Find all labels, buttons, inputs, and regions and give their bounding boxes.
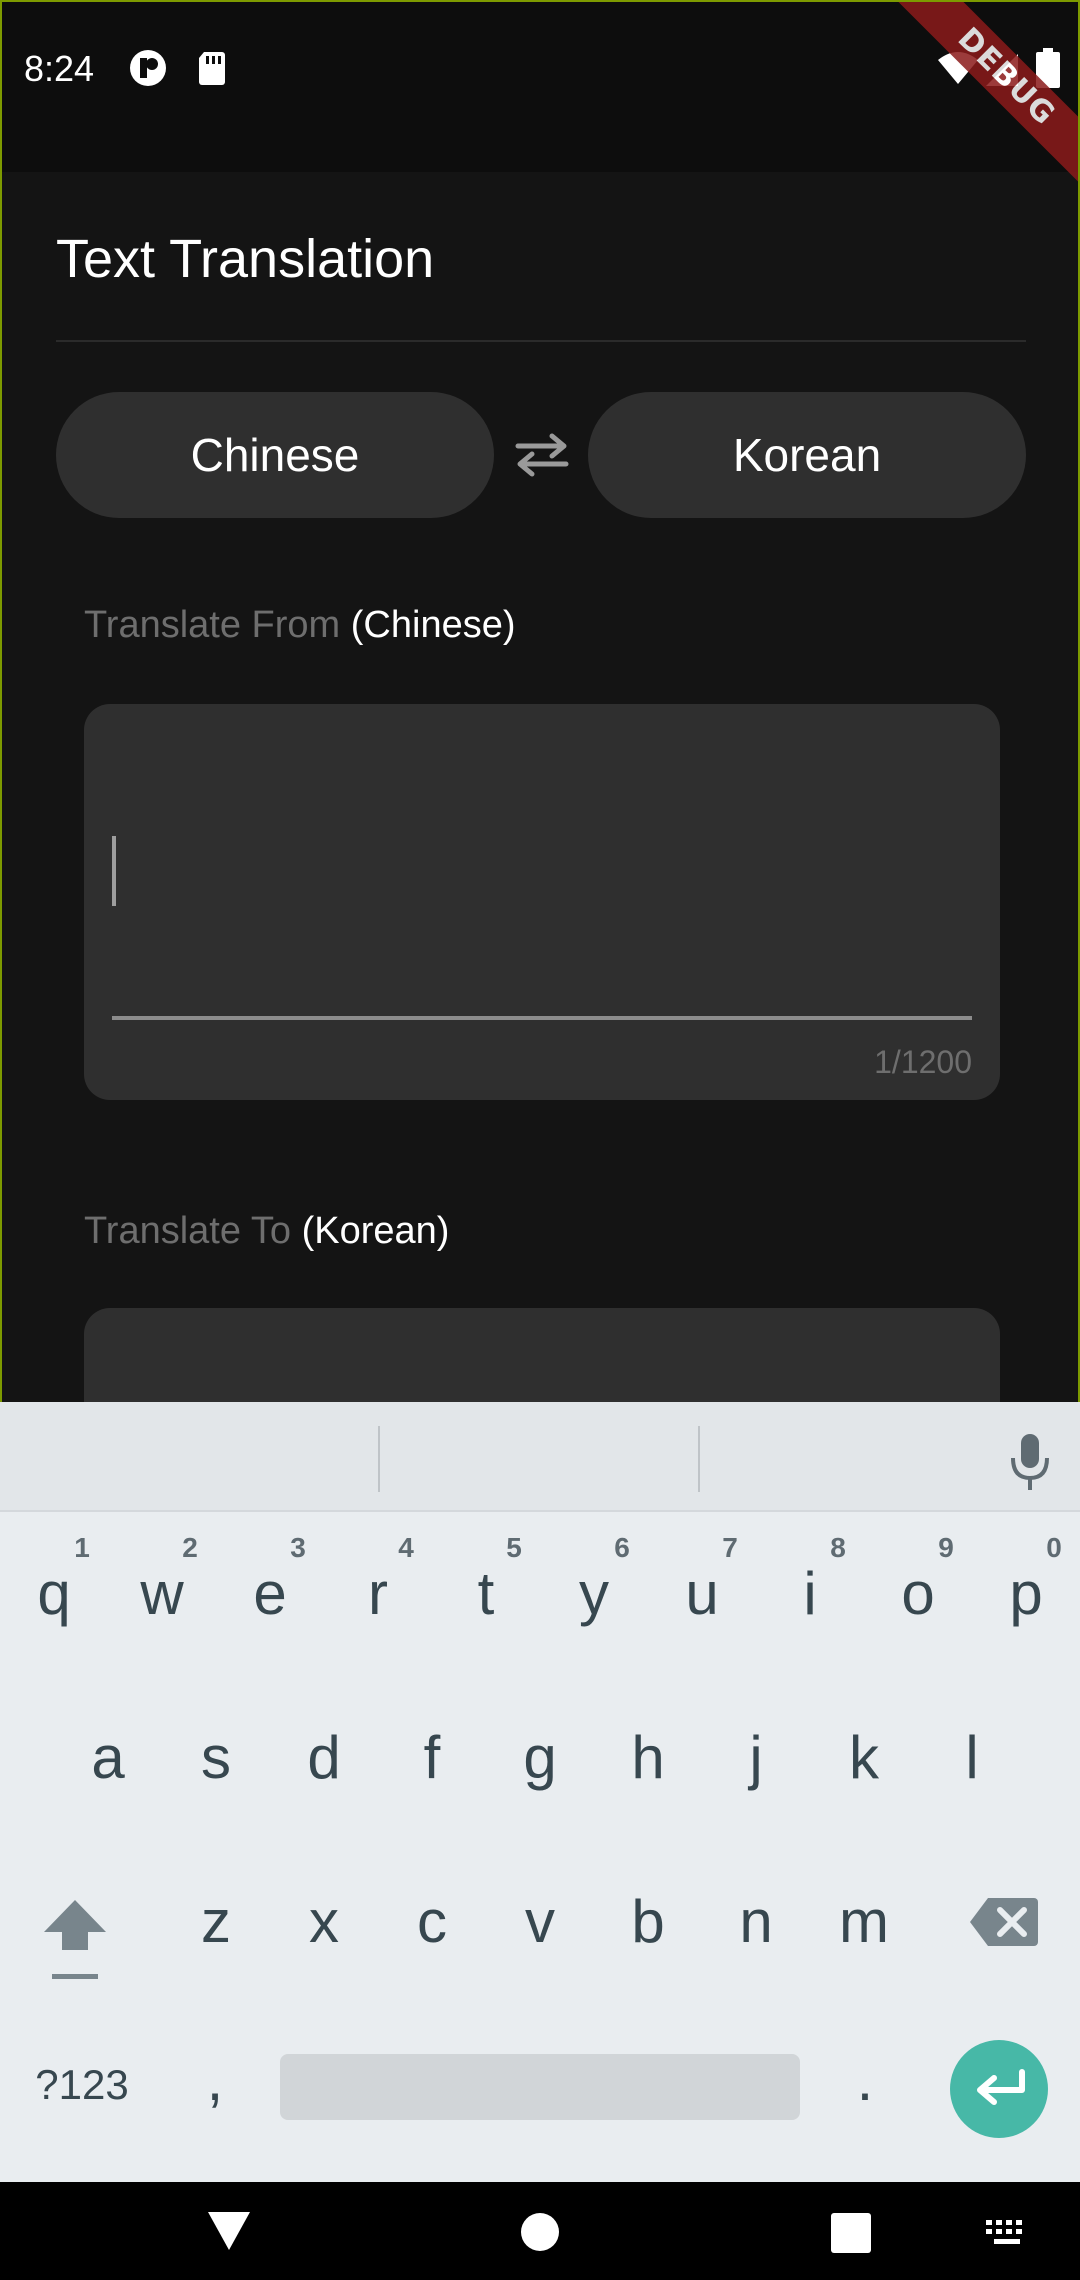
- key-l[interactable]: l: [932, 1728, 1012, 1788]
- target-language-button[interactable]: Korean: [588, 392, 1026, 518]
- key-k[interactable]: k: [824, 1728, 904, 1788]
- key-a[interactable]: a: [68, 1728, 148, 1788]
- key-i[interactable]: i: [770, 1564, 850, 1624]
- key-y[interactable]: y: [554, 1564, 634, 1624]
- key-n[interactable]: n: [716, 1892, 796, 1952]
- swap-arrows-icon[interactable]: [512, 430, 572, 480]
- suggestion-strip: [0, 1402, 1080, 1512]
- key-j[interactable]: j: [716, 1728, 796, 1788]
- status-bar: 8:24 DEBUG: [2, 2, 1078, 200]
- key-hint-6: 6: [614, 1532, 630, 1563]
- key-b[interactable]: b: [608, 1892, 688, 1952]
- suggestion-divider: [378, 1426, 380, 1492]
- sd-card-icon: [199, 52, 225, 85]
- key-s[interactable]: s: [176, 1728, 256, 1788]
- key-v[interactable]: v: [500, 1892, 580, 1952]
- key-o[interactable]: o: [878, 1564, 958, 1624]
- key-hint-1: 1: [74, 1532, 90, 1563]
- comma-key[interactable]: ,: [180, 2050, 250, 2110]
- source-language-button[interactable]: Chinese: [56, 392, 494, 518]
- space-bar[interactable]: [280, 2054, 800, 2120]
- home-icon[interactable]: [520, 2212, 560, 2252]
- key-p[interactable]: p: [986, 1564, 1066, 1624]
- enter-icon: [977, 2069, 1025, 2105]
- key-g[interactable]: g: [500, 1728, 580, 1788]
- key-h[interactable]: h: [608, 1728, 688, 1788]
- key-m[interactable]: m: [824, 1892, 904, 1952]
- shift-icon[interactable]: [42, 1898, 108, 1988]
- target-section-label: Translate To (Korean): [84, 1210, 449, 1253]
- source-section-label: Translate From (Chinese): [84, 604, 516, 647]
- key-r[interactable]: r: [338, 1564, 418, 1624]
- key-hint-7: 7: [722, 1532, 738, 1563]
- key-x[interactable]: x: [284, 1892, 364, 1952]
- key-t[interactable]: t: [446, 1564, 526, 1624]
- source-label-language: (Chinese): [350, 604, 516, 646]
- navigation-bar: [0, 2182, 1080, 2280]
- debug-banner: DEBUG: [883, 2, 1078, 200]
- target-label-language: (Korean): [301, 1210, 450, 1252]
- microphone-icon[interactable]: [1008, 1432, 1052, 1492]
- key-w[interactable]: w: [122, 1564, 202, 1624]
- key-f[interactable]: f: [392, 1728, 472, 1788]
- input-underline: [112, 1016, 972, 1020]
- back-icon[interactable]: [206, 2210, 252, 2252]
- character-counter: 1/1200: [874, 1044, 972, 1080]
- key-c[interactable]: c: [392, 1892, 472, 1952]
- status-time: 8:24: [24, 48, 95, 89]
- key-u[interactable]: u: [662, 1564, 742, 1624]
- source-text-input[interactable]: 1/1200: [84, 704, 1000, 1100]
- key-q[interactable]: q: [14, 1564, 94, 1624]
- key-hint-8: 8: [830, 1532, 846, 1563]
- screen: 8:24 DEBUG Text Translation Chinese Kore…: [0, 0, 1080, 2280]
- text-caret: [112, 836, 116, 906]
- backspace-icon[interactable]: [968, 1896, 1040, 1948]
- target-label-prefix: Translate To: [84, 1210, 291, 1252]
- key-z[interactable]: z: [176, 1892, 256, 1952]
- divider: [56, 340, 1026, 342]
- suggestion-divider: [698, 1426, 700, 1492]
- key-d[interactable]: d: [284, 1728, 364, 1788]
- enter-key[interactable]: [950, 2040, 1048, 2138]
- key-e[interactable]: e: [230, 1564, 310, 1624]
- symbols-key[interactable]: ?123: [30, 2064, 134, 2106]
- key-hint-3: 3: [290, 1532, 306, 1563]
- key-hint-2: 2: [182, 1532, 198, 1563]
- target-text-output: [84, 1308, 1000, 1402]
- soft-keyboard: ?123 , . q1 w2 e3 r4 t5 y6 u7 i8 o9 p0 asdfghjkl zx…: [0, 1402, 1080, 2182]
- key-hint-4: 4: [398, 1532, 414, 1563]
- page-title: Text Translation: [56, 229, 435, 289]
- key-hint-0: 0: [1046, 1532, 1062, 1563]
- app-notification-icon: [130, 50, 166, 86]
- key-hint-9: 9: [938, 1532, 954, 1563]
- keyboard-switch-icon[interactable]: [984, 2218, 1030, 2248]
- app-frame: 8:24 DEBUG Text Translation Chinese Kore…: [0, 0, 1080, 1402]
- source-label-prefix: Translate From: [84, 604, 341, 646]
- recents-icon[interactable]: [830, 2212, 872, 2254]
- period-key[interactable]: .: [830, 2050, 900, 2110]
- key-hint-5: 5: [506, 1532, 522, 1563]
